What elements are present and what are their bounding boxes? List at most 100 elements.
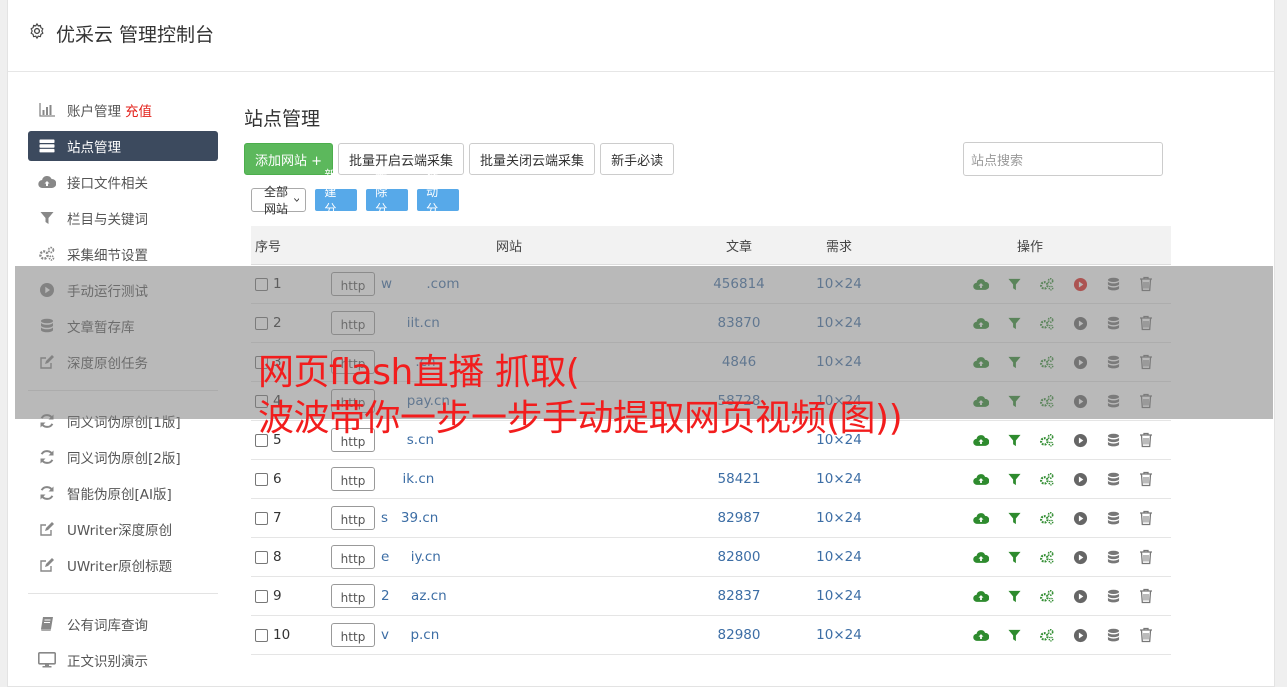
batch-disable-cloud-button[interactable]: 批量关闭云端采集 [469,143,596,175]
play-op-icon[interactable] [1072,510,1088,526]
beginner-guide-button[interactable]: 新手必读 [600,143,675,175]
site-domain[interactable]: s 39.cn [381,510,438,526]
row-checkbox[interactable] [255,628,268,642]
row-ops [889,627,1171,643]
play-op-icon[interactable] [1072,471,1088,487]
gears-op-icon[interactable] [1039,588,1055,604]
article-count[interactable]: 82800 [689,549,789,565]
sidebar-item-label: 栏目与关键词 [67,212,148,228]
sidebar-item[interactable]: UWriter深度原创 [28,511,218,547]
cloud-upload-op-icon[interactable] [973,549,989,565]
row-checkbox[interactable] [255,511,268,525]
site-domain[interactable]: ik.cn [381,471,434,487]
recharge-link[interactable]: 充值 [125,100,152,120]
protocol-badge[interactable]: http [331,623,375,647]
site-search-input[interactable]: 站点搜索 [963,142,1163,176]
cloud-upload-op-icon[interactable] [973,627,989,643]
database-op-icon[interactable] [1105,510,1121,526]
need-value[interactable]: 10×24 [789,471,889,487]
move-group-button[interactable]: 移动分组 [417,168,460,233]
header-no: 序号 [255,239,282,255]
database-op-icon[interactable] [1105,471,1121,487]
article-count[interactable]: 82987 [689,510,789,526]
app-title: 优采云 管理控制台 [56,24,215,46]
trash-op-icon[interactable] [1138,471,1154,487]
gears-op-icon[interactable] [1039,549,1055,565]
table-header: 序号 网站 文章 需求 操作 [251,226,1171,265]
trash-op-icon[interactable] [1138,432,1154,448]
protocol-badge[interactable]: http [331,584,375,608]
gears-op-icon[interactable] [1039,471,1055,487]
article-count[interactable]: 82837 [689,588,789,604]
row-ops [889,588,1171,604]
site-domain[interactable]: 2 az.cn [381,588,447,604]
filter-op-icon[interactable] [1006,471,1022,487]
banner-line-1: 网页flash直播 抓取( [258,352,580,393]
sidebar-item[interactable]: 智能伪原创[AI版] [28,475,218,511]
play-op-icon[interactable] [1072,549,1088,565]
row-checkbox[interactable] [255,550,268,564]
row-site-cell: http v p.cn [329,623,689,647]
cloud-upload-op-icon[interactable] [973,510,989,526]
site-domain[interactable]: e iy.cn [381,549,441,565]
need-value[interactable]: 10×24 [789,510,889,526]
new-group-button[interactable]: 新建分组 [315,168,358,233]
need-value[interactable]: 10×24 [789,627,889,643]
group-select-value: 全部网站 [264,185,289,216]
cloud-upload-op-icon[interactable] [973,588,989,604]
sidebar-item[interactable]: 栏目与关键词 [28,200,218,236]
need-value[interactable]: 10×24 [789,588,889,604]
header-site: 网站 [495,239,522,255]
header-ops: 操作 [1016,239,1043,255]
site-domain[interactable]: v p.cn [381,627,439,643]
trash-op-icon[interactable] [1138,510,1154,526]
protocol-badge[interactable]: http [331,545,375,569]
gear-icon [30,22,44,40]
filter-op-icon[interactable] [1006,432,1022,448]
filter-op-icon[interactable] [1006,510,1022,526]
group-select[interactable]: 全部网站 [251,185,307,216]
sidebar-item[interactable]: 接口文件相关 [28,164,218,200]
cloud-upload-op-icon[interactable] [973,432,989,448]
database-op-icon[interactable] [1105,432,1121,448]
cloud-upload-op-icon[interactable] [973,471,989,487]
trash-op-icon[interactable] [1138,627,1154,643]
trash-op-icon[interactable] [1138,549,1154,565]
monitor-icon [38,652,56,668]
database-op-icon[interactable] [1105,588,1121,604]
row-checkbox[interactable] [255,589,268,603]
app-header: 优采云 管理控制台 [8,0,1274,72]
gears-op-icon[interactable] [1039,432,1055,448]
article-count[interactable]: 58421 [689,471,789,487]
article-count[interactable]: 82980 [689,627,789,643]
need-value[interactable]: 10×24 [789,549,889,565]
row-ops [889,471,1171,487]
sidebar-item[interactable]: 站点管理 [28,131,218,161]
trash-op-icon[interactable] [1138,588,1154,604]
sidebar-item[interactable]: 同义词伪原创[2版] [28,439,218,475]
row-site-cell: http 2 az.cn [329,584,689,608]
add-site-button[interactable]: 添加网站 + [244,143,334,175]
filter-op-icon[interactable] [1006,627,1022,643]
play-op-icon[interactable] [1072,588,1088,604]
filter-op-icon[interactable] [1006,588,1022,604]
play-op-icon[interactable] [1072,432,1088,448]
sidebar-item[interactable]: 账户管理 充值 [28,92,218,128]
edit-icon [38,521,56,537]
sidebar-item[interactable]: UWriter原创标题 [28,547,218,583]
gears-op-icon[interactable] [1039,510,1055,526]
database-op-icon[interactable] [1105,627,1121,643]
row-number-cell: 10 [251,627,329,643]
play-op-icon[interactable] [1072,627,1088,643]
protocol-badge[interactable]: http [331,467,375,491]
sidebar-item[interactable]: 公有词库查询 [28,606,218,642]
protocol-badge[interactable]: http [331,506,375,530]
gears-op-icon[interactable] [1039,627,1055,643]
gears-icon [38,246,56,262]
sidebar-item-label: 公有词库查询 [67,618,148,634]
delete-group-button[interactable]: 删除分组 [366,168,409,233]
filter-op-icon[interactable] [1006,549,1022,565]
row-checkbox[interactable] [255,472,268,486]
sidebar-item[interactable]: 正文识别演示 [28,642,218,678]
database-op-icon[interactable] [1105,549,1121,565]
